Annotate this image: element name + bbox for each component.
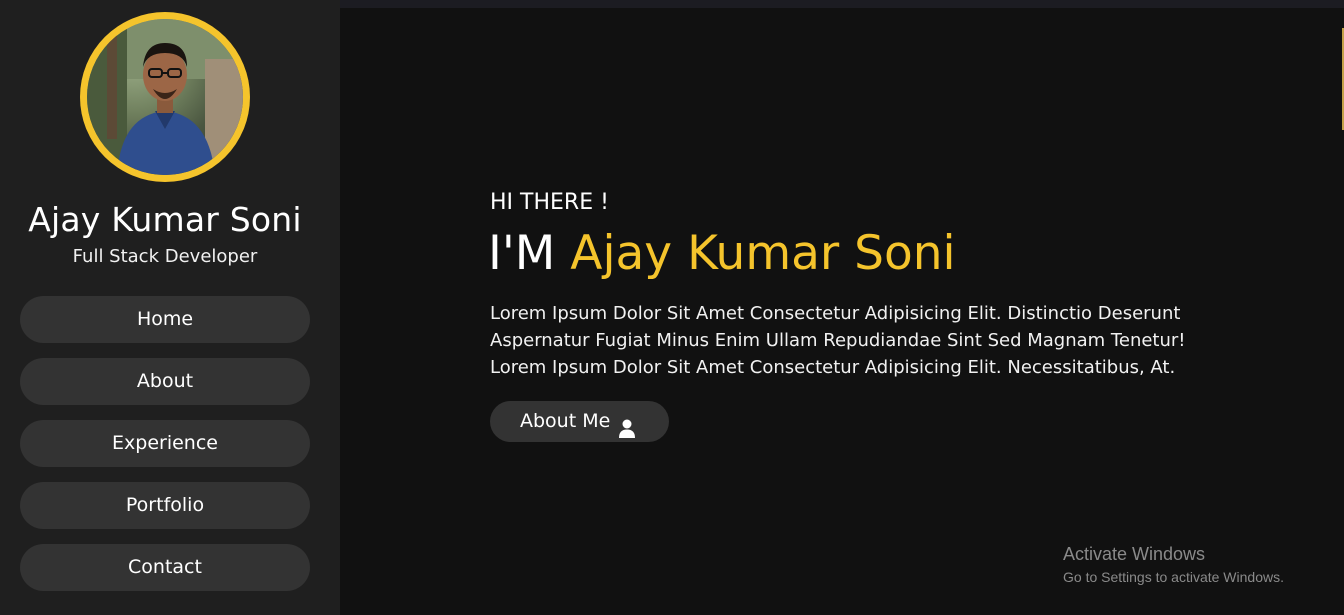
activate-windows-title: Activate Windows — [1063, 544, 1206, 564]
main-content: HI THERE ! I'M Ajay Kumar Soni Lorem Ips… — [340, 8, 1344, 615]
hero-name: Ajay Kumar Soni — [570, 226, 956, 281]
sidebar: Ajay Kumar Soni Full Stack Developer Hom… — [0, 0, 340, 615]
hero-headline: I'M Ajay Kumar Soni — [488, 226, 956, 281]
about-me-button[interactable]: About Me — [490, 401, 669, 442]
hero-greeting: HI THERE ! — [490, 190, 609, 215]
avatar — [87, 19, 243, 175]
sidebar-name: Ajay Kumar Soni — [28, 200, 302, 239]
user-icon — [619, 412, 635, 453]
about-me-label: About Me — [520, 410, 611, 432]
nav-contact-button[interactable]: Contact — [20, 544, 310, 591]
avatar-photo — [87, 19, 243, 175]
nav-experience-button[interactable]: Experience — [20, 420, 310, 467]
avatar-ring — [80, 12, 250, 182]
nav-home-button[interactable]: Home — [20, 296, 310, 343]
nav-portfolio-button[interactable]: Portfolio — [20, 482, 310, 529]
hero-description: Lorem Ipsum Dolor Sit Amet Consectetur A… — [490, 303, 1186, 378]
activate-windows-subtitle: Go to Settings to activate Windows. — [1063, 569, 1284, 585]
nav-about-button[interactable]: About — [20, 358, 310, 405]
hero-prefix: I'M — [488, 226, 556, 281]
sidebar-role: Full Stack Developer — [72, 246, 258, 267]
